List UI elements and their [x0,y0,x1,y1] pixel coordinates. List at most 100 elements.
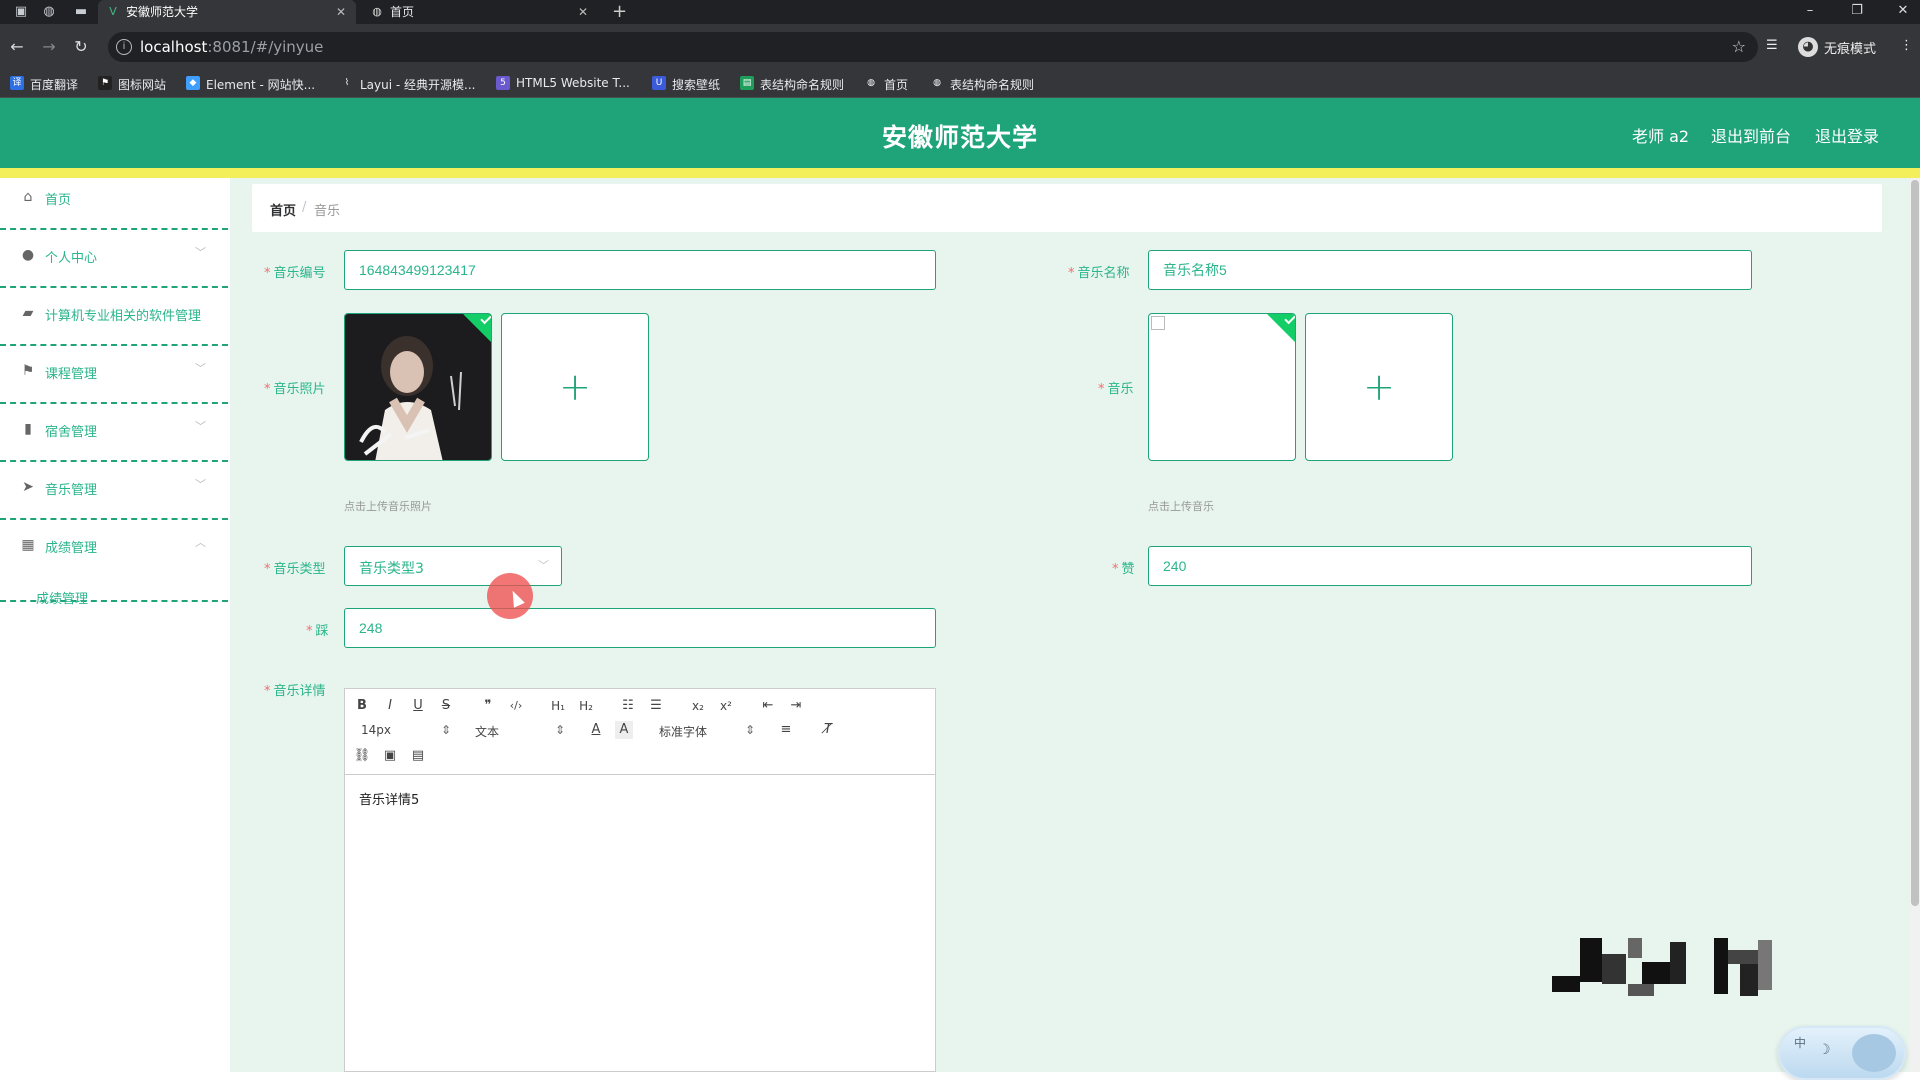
info-icon[interactable]: i [116,39,132,55]
incognito-icon[interactable]: ◕ [1798,37,1818,57]
url-text[interactable]: localhost:8081/#/yinyue [140,38,323,56]
bold-icon[interactable]: B [353,697,371,715]
page-scrollbar-thumb[interactable] [1911,180,1919,906]
breadcrumb-separator: / [302,200,307,215]
vue-icon: V [109,5,117,18]
editor-content[interactable]: 音乐详情5 [359,789,419,808]
tab-home[interactable]: ◍ 首页 ✕ [362,0,598,24]
music-upload-button[interactable]: + [1305,313,1453,461]
chevron-updown-icon: ⇕ [745,723,756,737]
back-icon[interactable]: ← [6,36,28,58]
forward-icon[interactable]: → [38,36,60,58]
tab-active[interactable]: V 安徽师范大学 ✕ [98,0,356,24]
app-header: 安徽师范大学 老师 a2 退出到前台 退出登录 [0,98,1920,168]
send-icon: ➤ [22,479,34,495]
font-family-select[interactable]: 标准字体 [659,723,707,740]
music-name-input[interactable]: 音乐名称5 [1148,250,1752,290]
bilibili-icon[interactable]: ▣ [12,3,30,21]
url-path: :8081/#/yinyue [207,38,324,56]
close-icon[interactable]: ✕ [336,0,346,24]
like-count-input[interactable]: 240 [1148,546,1752,586]
sidebar-menu: ⌂ 首页 ● 个人中心 ﹀ ▰ 计算机专业相关的软件管理 ⚑ 课程管理 ﹀ ▮ … [0,178,230,1072]
dislike-count-input[interactable]: 248 [344,608,936,648]
music-photo-thumbnail[interactable] [344,313,492,461]
main-content: 首页 / 音乐 * 音乐编号 164843499123417 * 音乐名称 音乐名称… [230,178,1910,1080]
heading2-icon[interactable]: H₂ [577,697,595,715]
plus-icon: + [1363,365,1395,409]
upload-success-badge [1267,314,1295,343]
bookmark-item[interactable]: U 搜索壁纸 [652,76,720,93]
ime-mode-label: 中 [1794,1036,1807,1050]
reload-icon[interactable]: ↻ [70,36,92,58]
bookmark-item[interactable]: 5 HTML5 Website T... [496,76,630,90]
sidebar-item-courses[interactable]: ⚑ 课程管理 ﹀ [0,346,228,404]
music-file-thumbnail[interactable] [1148,313,1296,461]
dislike-label: * 踩 [306,624,329,639]
sidebar-item-software[interactable]: ▰ 计算机专业相关的软件管理 [0,288,228,346]
photo-upload-hint: 点击上传音乐照片 [344,500,432,513]
bookmark-item[interactable]: 译百度翻译 [10,76,78,93]
heading1-icon[interactable]: H₁ [549,697,567,715]
strikethrough-icon[interactable]: S [437,697,455,715]
broken-image-icon [1151,316,1165,330]
subscript-icon[interactable]: x₂ [689,697,707,715]
bookmark-item[interactable]: ⚑ 图标网站 [98,76,166,93]
block-type-select[interactable]: 文本 [475,723,499,740]
detail-label: * 音乐详情 [264,684,326,699]
underline-icon[interactable]: U [409,697,427,715]
chevron-down-icon: ﹀ [538,559,549,572]
mascot-icon [1852,1034,1896,1072]
background-color-icon[interactable]: A [615,721,633,739]
bookmark-item[interactable]: ◆ Element - 网站快... [186,76,315,93]
link-icon[interactable]: ⛓ [353,747,371,765]
sidebar-item-profile[interactable]: ● 个人中心 ﹀ [0,230,228,288]
check-icon [1284,314,1295,325]
minimize-button[interactable]: – [1795,0,1825,24]
music-type-select[interactable]: 音乐类型3 ﹀ [344,546,562,586]
photo-upload-button[interactable]: + [501,313,649,461]
superscript-icon[interactable]: x² [717,697,735,715]
globe-icon: ◍ [930,76,944,90]
home-icon: ⌂ [23,189,33,205]
bar-chart-icon: ▮ [24,421,32,437]
sidebar-item-dorm[interactable]: ▮ 宿舍管理 ﹀ [0,404,228,462]
music-no-input[interactable]: 164843499123417 [344,250,936,290]
new-tab-button[interactable]: + [612,0,627,24]
breadcrumb: 首页 / 音乐 [252,184,1882,232]
sidebar-item-home[interactable]: ⌂ 首页 [0,172,228,230]
blockquote-icon[interactable]: ❞ [479,697,497,715]
menu-icon[interactable]: ⋮ [1900,38,1913,53]
window-close-button[interactable]: ✕ [1888,0,1918,24]
bookmark-star-icon[interactable]: ☆ [1732,37,1746,56]
close-icon[interactable]: ✕ [578,0,588,24]
font-color-icon[interactable]: A [587,721,605,739]
globe-icon[interactable]: ◍ [40,3,58,21]
album-cover-image [345,314,491,460]
window-icon[interactable]: ▬ [72,3,90,21]
bullet-list-icon[interactable]: ☰ [647,697,665,715]
bookmark-item[interactable]: ⌇ Layui - 经典开源模... [340,76,475,93]
address-bar[interactable]: i localhost:8081/#/yinyue ☆ [108,32,1758,62]
indent-icon[interactable]: ⇥ [787,697,805,715]
bookmark-item[interactable]: ▤ 表结构命名规则 [740,76,844,93]
sidebar-subitem-grades[interactable]: 成绩管理 [36,588,88,607]
breadcrumb-home[interactable]: 首页 [270,200,296,219]
clear-format-icon[interactable]: T̸ [819,721,837,739]
font-size-select[interactable]: 14px [361,723,391,737]
reading-list-icon[interactable]: ☰ [1766,38,1778,53]
align-icon[interactable]: ≡ [777,721,795,739]
image-icon[interactable]: ▣ [381,747,399,765]
restore-button[interactable]: ❐ [1842,0,1872,24]
bookmark-item[interactable]: ◍ 表结构命名规则 [930,76,1034,93]
bookmark-item[interactable]: ◍ 首页 [864,76,908,93]
video-icon[interactable]: ▤ [409,747,427,765]
sidebar-group-divider [0,520,228,602]
sidebar-item-music[interactable]: ➤ 音乐管理 ﹀ [0,462,228,520]
logout-link[interactable]: 退出登录 [1815,123,1879,147]
profile-label[interactable]: 无痕模式 [1824,38,1876,57]
back-to-front-link[interactable]: 退出到前台 [1711,123,1791,147]
ordered-list-icon[interactable]: ☷ [619,697,637,715]
code-block-icon[interactable]: ‹/› [507,697,525,715]
italic-icon[interactable]: I [381,697,399,715]
outdent-icon[interactable]: ⇤ [759,697,777,715]
